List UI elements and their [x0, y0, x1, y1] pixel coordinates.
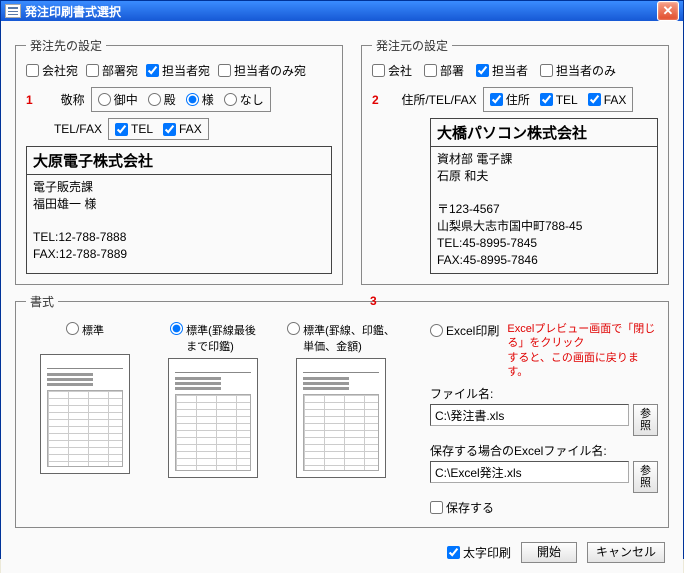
chk-dest-fax[interactable]: FAX: [163, 122, 202, 136]
chk-dest-dept[interactable]: 部署宛: [86, 62, 138, 79]
rad-honorific-dono[interactable]: 殿: [148, 91, 176, 108]
dest-telfax-group: TEL FAX: [108, 118, 209, 140]
rad-format-std-ruled[interactable]: 標準(罫線、印鑑、 単価、金額): [287, 322, 395, 354]
titlebar: 発注印刷書式選択 ✕: [1, 1, 683, 21]
excel-note: Excelプレビュー画面で「閉じる」をクリック すると、この画面に戻ります。: [507, 322, 658, 379]
dest-company-body: 電子販売課 福田雄一 様 TEL:12-788-7888 FAX:12-788-…: [27, 175, 331, 273]
rad-honorific-onchu[interactable]: 御中: [98, 91, 138, 108]
src-preview: 大橋パソコン株式会社 資材部 電子課 石原 和夫 〒123-4567 山梨県大志…: [430, 118, 658, 274]
label-dest-telfax: TEL/FAX: [50, 122, 102, 136]
rad-format-std-stamp[interactable]: 標準(罫線最後 まで印鑑): [170, 322, 256, 354]
fieldset-source: 発注元の設定 会社 部署 担当者 担当者のみ 2 住所/TEL/FAX 住所 T…: [361, 37, 669, 285]
footer: 太字印刷 開始 キャンセル: [15, 536, 669, 563]
thumb-standard: [40, 354, 130, 474]
input-filename[interactable]: [430, 404, 629, 426]
label-src-addr: 住所/TEL/FAX: [391, 91, 477, 108]
rad-honorific-none[interactable]: なし: [224, 91, 264, 108]
btn-browse-savefile[interactable]: 参 照: [633, 461, 658, 493]
rad-format-excel[interactable]: Excel印刷: [430, 322, 499, 339]
close-button[interactable]: ✕: [657, 1, 679, 21]
thumb-std-ruled: [296, 358, 386, 478]
src-company-name: 大橋パソコン株式会社: [431, 119, 657, 147]
rad-honorific-sama[interactable]: 様: [186, 91, 214, 108]
dest-company-name: 大原電子株式会社: [27, 147, 331, 175]
window-title: 発注印刷書式選択: [25, 3, 657, 20]
thumb-std-stamp: [168, 358, 258, 478]
src-company-body: 資材部 電子課 石原 和夫 〒123-4567 山梨県大志市国中町788-45 …: [431, 147, 657, 273]
chk-src-dept[interactable]: 部署: [424, 62, 464, 79]
chk-src-tel[interactable]: TEL: [540, 93, 578, 107]
label-honorific: 敬称: [45, 91, 85, 108]
dest-preview: 大原電子株式会社 電子販売課 福田雄一 様 TEL:12-788-7888 FA…: [26, 146, 332, 274]
chk-dest-tel[interactable]: TEL: [115, 122, 153, 136]
label-savefile: 保存する場合のExcelファイル名:: [430, 442, 658, 459]
chk-save[interactable]: 保存する: [430, 499, 494, 516]
legend-destination: 発注先の設定: [26, 37, 106, 54]
client-area: 発注先の設定 会社宛 部署宛 担当者宛 担当者のみ宛 1 敬称 御中 殿 様 な…: [1, 21, 683, 573]
chk-src-person[interactable]: 担当者: [476, 62, 528, 79]
dialog-window: 発注印刷書式選択 ✕ 発注先の設定 会社宛 部署宛 担当者宛 担当者のみ宛 1 …: [0, 0, 684, 559]
rad-format-standard[interactable]: 標準: [66, 322, 104, 350]
marker-2: 2: [372, 93, 379, 107]
chk-src-addr[interactable]: 住所: [490, 91, 530, 108]
marker-1: 1: [26, 93, 33, 107]
fieldset-destination: 発注先の設定 会社宛 部署宛 担当者宛 担当者のみ宛 1 敬称 御中 殿 様 な…: [15, 37, 343, 285]
btn-browse-file[interactable]: 参 照: [633, 404, 658, 436]
legend-format: 書式: [26, 293, 58, 310]
chk-src-person-only[interactable]: 担当者のみ: [540, 62, 616, 79]
btn-start[interactable]: 開始: [521, 542, 577, 563]
chk-dest-company[interactable]: 会社宛: [26, 62, 78, 79]
chk-dest-person-only[interactable]: 担当者のみ宛: [218, 62, 306, 79]
src-addr-group: 住所 TEL FAX: [483, 87, 634, 112]
marker-3: 3: [370, 294, 377, 308]
legend-source: 発注元の設定: [372, 37, 452, 54]
fieldset-format: 書式 3 標準 標準(罫線最後 まで印鑑) 標準(罫線、印鑑、 単価、金額): [15, 293, 669, 528]
chk-src-fax[interactable]: FAX: [588, 93, 627, 107]
chk-src-company[interactable]: 会社: [372, 62, 412, 79]
label-filename: ファイル名:: [430, 385, 658, 402]
app-icon: [5, 4, 21, 18]
input-savefile[interactable]: [430, 461, 629, 483]
honorific-group: 御中 殿 様 なし: [91, 87, 271, 112]
chk-dest-person[interactable]: 担当者宛: [146, 62, 210, 79]
btn-cancel[interactable]: キャンセル: [587, 542, 665, 563]
